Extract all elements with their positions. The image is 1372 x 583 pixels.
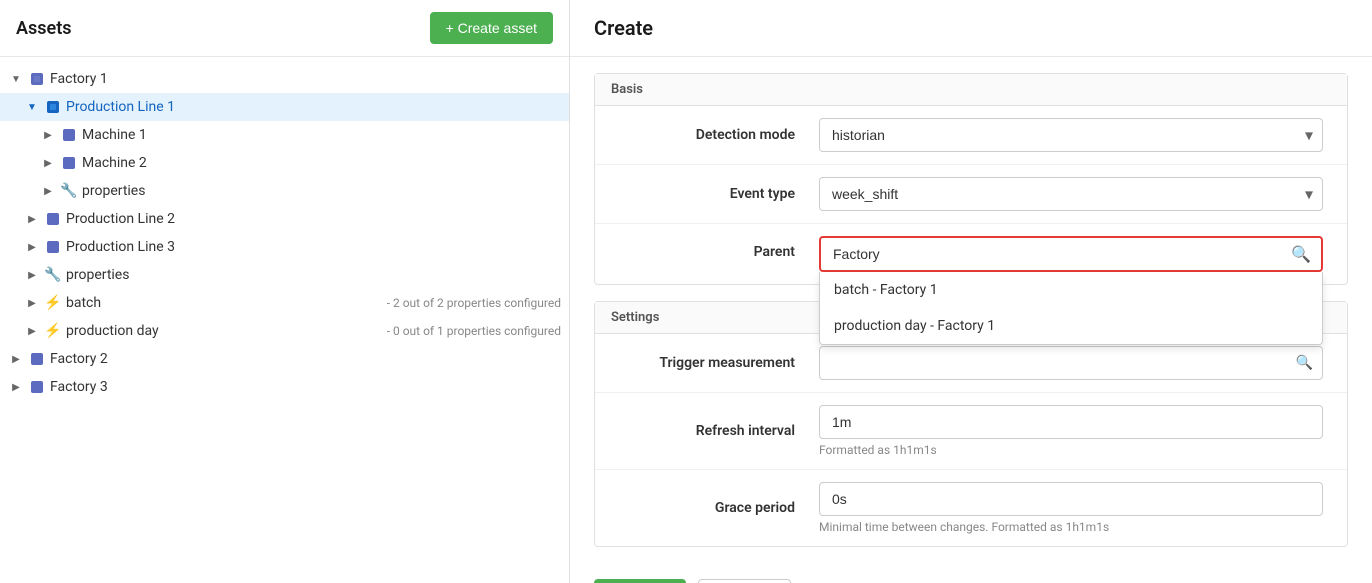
grace-period-row: Grace period Minimal time between change… — [595, 470, 1347, 546]
parent-dropdown: batch - Factory 1 production day - Facto… — [819, 272, 1323, 345]
tree-item-production-day[interactable]: ▶ ⚡ production day - 0 out of 1 properti… — [0, 317, 569, 345]
tree-item-label: batch — [66, 295, 383, 311]
parent-label: Parent — [619, 236, 819, 260]
trigger-label: Trigger measurement — [619, 355, 819, 371]
chevron-icon: ▶ — [40, 155, 56, 171]
tree-item-factory3[interactable]: ▶ Factory 3 — [0, 373, 569, 401]
submit-button[interactable]: Submit — [594, 579, 686, 583]
tree-item-label: Machine 2 — [82, 155, 561, 171]
chevron-icon: ▶ — [24, 295, 40, 311]
cube-icon — [44, 238, 62, 256]
tree-item-label: Factory 3 — [50, 379, 561, 395]
search-icon: 🔍 — [1296, 355, 1313, 371]
tree-item-label: Production Line 1 — [66, 99, 561, 115]
tree-item-production-line-1[interactable]: ▼ Production Line 1 — [0, 93, 569, 121]
chevron-icon: ▶ — [24, 323, 40, 339]
cube-icon — [60, 126, 78, 144]
cube-icon — [28, 350, 46, 368]
refresh-interval-hint: Formatted as 1h1m1s — [819, 443, 1323, 457]
event-type-select[interactable]: week_shift day_shift custom — [819, 177, 1323, 211]
wrench-icon: 🔧 — [60, 182, 78, 200]
tree-item-machine1[interactable]: ▶ Machine 1 — [0, 121, 569, 149]
refresh-interval-row: Refresh interval Formatted as 1h1m1s — [595, 393, 1347, 470]
tree-item-label: Production Line 2 — [66, 211, 561, 227]
cube-icon — [28, 70, 46, 88]
tree-item-batch[interactable]: ▶ ⚡ batch - 2 out of 2 properties config… — [0, 289, 569, 317]
detection-mode-row: Detection mode historian manual automati… — [595, 106, 1347, 165]
parent-search-input[interactable] — [821, 238, 1321, 270]
dropdown-item-batch-factory1[interactable]: batch - Factory 1 — [820, 272, 1322, 308]
tree-item-label: Production Line 3 — [66, 239, 561, 255]
tree-item-label: properties — [82, 183, 561, 199]
event-type-control: week_shift day_shift custom ▾ — [819, 177, 1323, 211]
wrench-icon: 🔧 — [44, 266, 62, 284]
event-type-label: Event type — [619, 186, 819, 202]
cube-blue-icon — [44, 98, 62, 116]
detection-mode-select-wrapper: historian manual automatic ▾ — [819, 118, 1323, 152]
tree-item-label: properties — [66, 267, 561, 283]
trigger-measurement-input[interactable] — [819, 346, 1323, 380]
chevron-icon: ▶ — [8, 379, 24, 395]
tree-item-factory1[interactable]: ▼ Factory 1 — [0, 65, 569, 93]
cancel-button[interactable]: Cancel — [698, 579, 792, 583]
create-asset-button[interactable]: + Create asset — [430, 12, 553, 44]
tree-item-sub-label: - 2 out of 2 properties configured — [387, 296, 561, 310]
assets-title: Assets — [16, 18, 72, 39]
chevron-icon: ▶ — [40, 183, 56, 199]
asset-tree: ▼ Factory 1 ▼ Production Line 1 ▶ — [0, 57, 569, 583]
cube-icon — [28, 378, 46, 396]
chevron-icon: ▶ — [24, 239, 40, 255]
search-icon: 🔍 — [1291, 245, 1311, 264]
chevron-icon: ▶ — [24, 267, 40, 283]
basis-section: Basis Detection mode historian manual au… — [594, 73, 1348, 285]
event-type-select-wrapper: week_shift day_shift custom ▾ — [819, 177, 1323, 211]
tree-item-production-line-2[interactable]: ▶ Production Line 2 — [0, 205, 569, 233]
chevron-icon: ▶ — [40, 127, 56, 143]
chevron-icon: ▶ — [8, 351, 24, 367]
create-form-title: Create — [570, 0, 1372, 57]
tree-item-properties-f1[interactable]: ▶ 🔧 properties — [0, 261, 569, 289]
parent-row: Parent 🔍 batch - Factory 1 production da… — [595, 224, 1347, 284]
parent-control: 🔍 batch - Factory 1 production day - Fac… — [819, 236, 1323, 272]
grace-period-hint: Minimal time between changes. Formatted … — [819, 520, 1323, 534]
basis-section-title: Basis — [595, 74, 1347, 106]
refresh-interval-label: Refresh interval — [619, 423, 819, 439]
refresh-interval-control: Formatted as 1h1m1s — [819, 405, 1323, 457]
tree-item-production-line-3[interactable]: ▶ Production Line 3 — [0, 233, 569, 261]
tree-item-factory2[interactable]: ▶ Factory 2 — [0, 345, 569, 373]
cube-icon — [60, 154, 78, 172]
bolt-icon: ⚡ — [44, 322, 62, 340]
tree-item-label: Machine 1 — [82, 127, 561, 143]
tree-item-label: production day — [66, 323, 383, 339]
right-panel: Create Basis Detection mode historian ma… — [570, 0, 1372, 583]
detection-mode-label: Detection mode — [619, 127, 819, 143]
tree-item-sub-label: - 0 out of 1 properties configured — [387, 324, 561, 338]
left-header: Assets + Create asset — [0, 0, 569, 57]
footer-actions: Submit Cancel — [570, 563, 1372, 583]
tree-item-machine2[interactable]: ▶ Machine 2 — [0, 149, 569, 177]
chevron-icon: ▶ — [24, 211, 40, 227]
tree-item-label: Factory 2 — [50, 351, 561, 367]
bolt-icon: ⚡ — [44, 294, 62, 312]
grace-period-label: Grace period — [619, 500, 819, 516]
detection-mode-control: historian manual automatic ▾ — [819, 118, 1323, 152]
left-panel: Assets + Create asset ▼ Factory 1 ▼ — [0, 0, 570, 583]
cube-icon — [44, 210, 62, 228]
grace-period-control: Minimal time between changes. Formatted … — [819, 482, 1323, 534]
grace-period-input[interactable] — [819, 482, 1323, 516]
parent-input-wrapper: 🔍 — [819, 236, 1323, 272]
chevron-icon: ▼ — [24, 99, 40, 115]
tree-item-label: Factory 1 — [50, 71, 561, 87]
event-type-row: Event type week_shift day_shift custom ▾ — [595, 165, 1347, 224]
detection-mode-select[interactable]: historian manual automatic — [819, 118, 1323, 152]
refresh-interval-input[interactable] — [819, 405, 1323, 439]
tree-item-properties-pl1[interactable]: ▶ 🔧 properties — [0, 177, 569, 205]
dropdown-item-production-day-factory1[interactable]: production day - Factory 1 — [820, 308, 1322, 344]
trigger-control: 🔍 — [819, 346, 1323, 380]
chevron-icon: ▼ — [8, 71, 24, 87]
